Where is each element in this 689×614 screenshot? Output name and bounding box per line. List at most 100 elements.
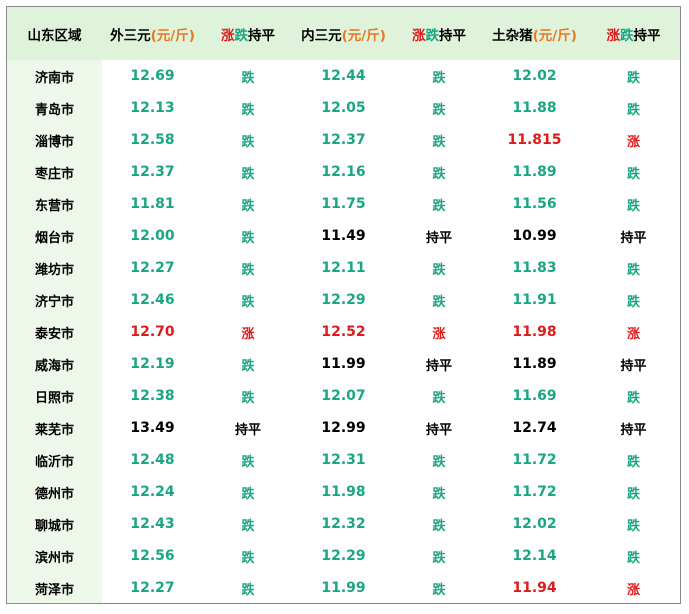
tuzazhu-trend: 涨 (626, 134, 640, 150)
nei-sanyuan-price: 11.99 (321, 356, 366, 372)
tuzazhu-price: 11.69 (512, 388, 557, 404)
header-region-label: 山东区域 (27, 27, 82, 44)
tuzazhu-price: 11.88 (512, 100, 557, 116)
header-wai-trend: 涨跌持平 (203, 7, 293, 60)
city-name: 威海市 (34, 358, 74, 374)
nei-sanyuan-trend: 跌 (432, 294, 446, 310)
nei-sanyuan-trend: 跌 (432, 582, 446, 598)
wai-sanyuan-trend: 跌 (241, 102, 255, 118)
nei-sanyuan-price: 12.11 (321, 260, 366, 276)
city-name: 莱芜市 (34, 422, 74, 438)
tuzazhu-trend: 跌 (626, 518, 640, 534)
nei-sanyuan-price: 12.31 (321, 452, 366, 468)
tuzazhu-price: 12.02 (512, 516, 557, 532)
tuzazhu-price: 11.98 (512, 324, 557, 340)
city-name: 聊城市 (34, 518, 74, 534)
nei-sanyuan-price: 12.16 (321, 164, 366, 180)
tuzazhu-trend: 跌 (626, 550, 640, 566)
wai-sanyuan-price: 12.00 (130, 228, 175, 244)
nei-sanyuan-trend: 跌 (432, 550, 446, 566)
nei-sanyuan-price: 12.29 (321, 548, 366, 564)
wai-sanyuan-trend: 涨 (241, 326, 255, 342)
tuzazhu-price: 11.91 (512, 292, 557, 308)
tuzazhu-price: 11.815 (507, 132, 562, 148)
wai-sanyuan-price: 12.58 (130, 132, 175, 148)
wai-sanyuan-price: 12.19 (130, 356, 175, 372)
nei-sanyuan-trend: 持平 (425, 230, 452, 246)
wai-sanyuan-price: 12.46 (130, 292, 175, 308)
city-name: 东营市 (34, 198, 74, 214)
city-name: 滨州市 (34, 550, 74, 566)
tuzazhu-trend: 跌 (626, 486, 640, 502)
tuzazhu-price: 12.14 (512, 548, 557, 564)
tuzazhu-price: 12.02 (512, 68, 557, 84)
header-nei-trend: 涨跌持平 (394, 7, 484, 60)
header-nei-label: 内三元 (301, 27, 342, 44)
header-tu-trend: 涨跌持平 (585, 7, 682, 60)
wai-sanyuan-price: 12.48 (130, 452, 175, 468)
header-wai-sanyuan: 外三元 (元/斤) (102, 7, 203, 60)
tuzazhu-trend: 持平 (620, 358, 647, 374)
tuzazhu-trend: 跌 (626, 294, 640, 310)
nei-sanyuan-trend: 持平 (425, 422, 452, 438)
tuzazhu-price: 11.89 (512, 164, 557, 180)
city-name: 济宁市 (34, 294, 74, 310)
wai-sanyuan-trend: 跌 (241, 230, 255, 246)
table-header: 山东区域 外三元 (元/斤) 涨跌持平 内三元 (元/斤) 涨跌持平 土杂猪 (元/斤… (7, 7, 680, 60)
tuzazhu-trend: 持平 (620, 422, 647, 438)
nei-sanyuan-price: 12.29 (321, 292, 366, 308)
wai-sanyuan-trend: 跌 (241, 390, 255, 406)
wai-sanyuan-price: 11.81 (130, 196, 175, 212)
wai-sanyuan-price: 12.43 (130, 516, 175, 532)
tuzazhu-price: 11.72 (512, 452, 557, 468)
tuzazhu-trend: 持平 (620, 230, 647, 246)
header-flat-label: 持平 (439, 27, 466, 44)
nei-sanyuan-trend: 跌 (432, 134, 446, 150)
tuzazhu-price: 12.74 (512, 420, 557, 436)
header-fall-label: 跌 (234, 27, 249, 44)
wai-sanyuan-price: 12.27 (130, 580, 175, 596)
tuzazhu-price: 11.94 (512, 580, 557, 596)
wai-sanyuan-trend: 跌 (241, 262, 255, 278)
wai-sanyuan-price: 12.69 (130, 68, 175, 84)
header-wai-label: 外三元 (110, 27, 151, 44)
tuzazhu-trend: 跌 (626, 166, 640, 182)
wai-sanyuan-trend: 跌 (241, 518, 255, 534)
nei-sanyuan-price: 11.98 (321, 484, 366, 500)
tuzazhu-price: 11.72 (512, 484, 557, 500)
city-name: 泰安市 (34, 326, 74, 342)
city-name: 德州市 (34, 486, 74, 502)
nei-sanyuan-price: 12.07 (321, 388, 366, 404)
wai-sanyuan-price: 12.56 (130, 548, 175, 564)
header-flat-label: 持平 (248, 27, 275, 44)
city-name: 淄博市 (34, 134, 74, 150)
wai-sanyuan-trend: 跌 (241, 550, 255, 566)
nei-sanyuan-trend: 跌 (432, 70, 446, 86)
header-rise-label: 涨 (606, 27, 621, 44)
header-nei-sanyuan: 内三元 (元/斤) (293, 7, 394, 60)
nei-sanyuan-trend: 跌 (432, 262, 446, 278)
nei-sanyuan-price: 12.05 (321, 100, 366, 116)
wai-sanyuan-trend: 跌 (241, 582, 255, 598)
nei-sanyuan-price: 11.99 (321, 580, 366, 596)
tuzazhu-price: 10.99 (512, 228, 557, 244)
wai-sanyuan-trend: 跌 (241, 294, 255, 310)
city-name: 青岛市 (34, 102, 74, 118)
header-fall-label: 跌 (425, 27, 440, 44)
nei-sanyuan-trend: 跌 (432, 390, 446, 406)
tuzazhu-trend: 跌 (626, 70, 640, 86)
wai-sanyuan-trend: 跌 (241, 134, 255, 150)
header-rise-label: 涨 (221, 27, 235, 44)
nei-sanyuan-price: 12.99 (321, 420, 366, 436)
nei-sanyuan-price: 12.37 (321, 132, 366, 148)
city-name: 潍坊市 (34, 262, 74, 278)
wai-sanyuan-price: 12.38 (130, 388, 175, 404)
tuzazhu-trend: 跌 (626, 390, 640, 406)
nei-sanyuan-price: 11.49 (321, 228, 366, 244)
header-fall-label: 跌 (620, 27, 634, 44)
price-table: 山东区域 外三元 (元/斤) 涨跌持平 内三元 (元/斤) 涨跌持平 土杂猪 (元/斤… (6, 6, 681, 604)
nei-sanyuan-trend: 跌 (432, 486, 446, 502)
header-tu-unit: (元/斤) (532, 27, 577, 44)
tuzazhu-price: 11.89 (512, 356, 557, 372)
city-name: 日照市 (34, 390, 74, 406)
